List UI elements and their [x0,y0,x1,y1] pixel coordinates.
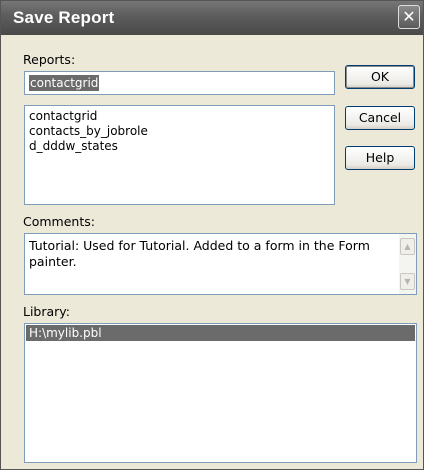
list-item[interactable]: contactgrid [25,109,334,124]
list-item[interactable]: d_dddw_states [25,139,334,154]
help-button[interactable]: Help [345,146,415,170]
comments-text: Tutorial: Used for Tutorial. Added to a … [29,238,370,269]
cancel-button[interactable]: Cancel [345,106,415,130]
library-label: Library: [23,304,71,319]
reports-name-input[interactable]: contactgrid [24,71,335,95]
title-bar[interactable]: Save Report ✕ [1,1,423,35]
list-item[interactable]: contacts_by_jobrole [25,124,334,139]
comments-label: Comments: [23,214,95,229]
comments-textarea[interactable]: Tutorial: Used for Tutorial. Added to a … [24,233,417,295]
close-button[interactable]: ✕ [398,5,420,29]
reports-list[interactable]: contactgrid contacts_by_jobrole d_dddw_s… [24,105,335,205]
close-icon: ✕ [402,7,416,26]
scroll-up-button[interactable]: ▲ [400,238,415,255]
scroll-down-button[interactable]: ▼ [400,273,415,290]
library-list[interactable]: H:\mylib.pbl [24,323,417,463]
scroll-up-arrow-icon: ▲ [404,242,411,251]
ok-button[interactable]: OK [345,65,415,89]
dialog-title: Save Report [13,8,115,27]
scroll-down-arrow-icon: ▼ [404,277,411,286]
reports-name-value: contactgrid [29,75,100,91]
save-report-dialog: Save Report ✕ Reports: contactgrid conta… [0,0,424,470]
comments-scrollbar[interactable]: ▲ ▼ [399,234,416,294]
library-item-selected[interactable]: H:\mylib.pbl [26,325,415,341]
reports-label: Reports: [23,52,76,67]
